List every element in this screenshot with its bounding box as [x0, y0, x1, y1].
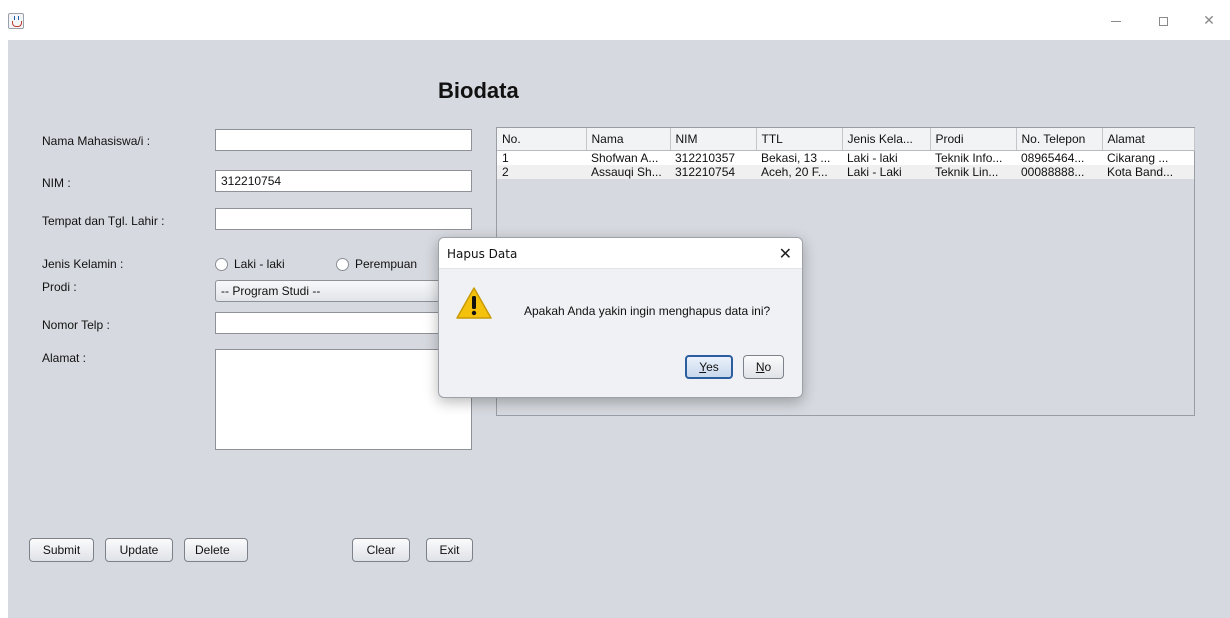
dialog-title: Hapus Data [447, 247, 518, 261]
dialog-message: Apakah Anda yakin ingin menghapus data i… [524, 304, 771, 318]
table-cell: Teknik Info... [935, 150, 1003, 165]
column-header[interactable]: No. Telepon [1016, 128, 1103, 151]
column-header[interactable]: Alamat [1102, 128, 1195, 151]
table-cell: 1 [502, 150, 509, 165]
alamat-textarea[interactable] [215, 349, 472, 450]
radio-perempuan-label: Perempuan [355, 257, 418, 271]
table-cell: Kota Band... [1107, 164, 1174, 179]
column-header[interactable]: No. [497, 128, 587, 151]
table-cell: Aceh, 20 F... [761, 164, 828, 179]
window-close-button[interactable]: ✕ [1196, 10, 1222, 30]
table-cell: Shofwan A... [591, 150, 659, 165]
radio-circle[interactable] [336, 257, 349, 271]
radio-laki-laki[interactable]: Laki - laki [215, 257, 285, 271]
column-header[interactable]: Prodi [930, 128, 1017, 151]
radio-perempuan[interactable]: Perempuan [336, 257, 417, 271]
jenis-kelamin-label: Jenis Kelamin : [42, 257, 124, 271]
table-cell: Cikarang ... [1107, 150, 1169, 165]
nim-label: NIM : [42, 176, 71, 190]
table-cell: Laki - laki [847, 150, 898, 165]
submit-button[interactable]: Submit [29, 538, 94, 562]
nama-input[interactable] [215, 129, 472, 151]
radio-circle[interactable] [215, 257, 228, 271]
alamat-label: Alamat : [42, 351, 87, 365]
dialog-close-button[interactable]: ✕ [779, 244, 792, 264]
prodi-select[interactable]: -- Program Studi -- [215, 280, 472, 302]
page-title: Biodata [438, 78, 519, 103]
yes-button[interactable]: Yes [685, 355, 733, 379]
ttl-input[interactable] [215, 208, 472, 230]
update-button[interactable]: Update [105, 538, 173, 562]
maximize-button[interactable] [1150, 10, 1176, 30]
table-cell: 00088888... [1021, 164, 1085, 179]
nama-label: Nama Mahasiswa/i : [42, 134, 151, 148]
table-header-row: No. Nama NIM TTL Jenis Kela... Prodi No.… [497, 128, 1195, 151]
column-header[interactable]: TTL [756, 128, 843, 151]
nim-input[interactable]: 312210754 [215, 170, 472, 192]
table-cell: 312210357 [675, 150, 736, 165]
delete-button[interactable]: Delete [184, 538, 248, 562]
close-icon: ✕ [1203, 12, 1215, 28]
java-app-icon [8, 13, 24, 29]
minimize-icon [1111, 20, 1121, 22]
column-header[interactable]: Nama [586, 128, 671, 151]
table-cell: Laki - Laki [847, 164, 902, 179]
table-cell: Teknik Lin... [935, 164, 999, 179]
table-cell: Assauqi Sh... [591, 164, 662, 179]
column-header[interactable]: Jenis Kela... [842, 128, 931, 151]
maximize-icon [1158, 16, 1168, 26]
table-row[interactable]: 2 Assauqi Sh... 312210754 Aceh, 20 F... … [497, 164, 1194, 179]
prodi-label: Prodi : [42, 280, 77, 294]
window-titlebar: ✕ [0, 0, 1230, 40]
ttl-label: Tempat dan Tgl. Lahir : [42, 214, 165, 228]
clear-button[interactable]: Clear [352, 538, 410, 562]
table-cell: 312210754 [675, 164, 736, 179]
table-cell: 2 [502, 164, 509, 179]
table-cell: Bekasi, 13 ... [761, 150, 831, 165]
warning-icon [456, 287, 492, 319]
exit-button[interactable]: Exit [426, 538, 473, 562]
column-header[interactable]: NIM [670, 128, 757, 151]
table-row[interactable]: 1 Shofwan A... 312210357 Bekasi, 13 ... … [497, 150, 1194, 165]
hapus-data-dialog: Hapus Data ✕ Apakah Anda yakin ingin men… [438, 237, 803, 398]
dialog-titlebar: Hapus Data ✕ [439, 238, 802, 269]
telp-label: Nomor Telp : [42, 318, 110, 332]
no-button[interactable]: No [743, 355, 784, 379]
radio-laki-laki-label: Laki - laki [234, 257, 285, 271]
table-cell: 08965464... [1021, 150, 1085, 165]
minimize-button[interactable] [1103, 10, 1129, 30]
telp-input[interactable] [215, 312, 472, 334]
